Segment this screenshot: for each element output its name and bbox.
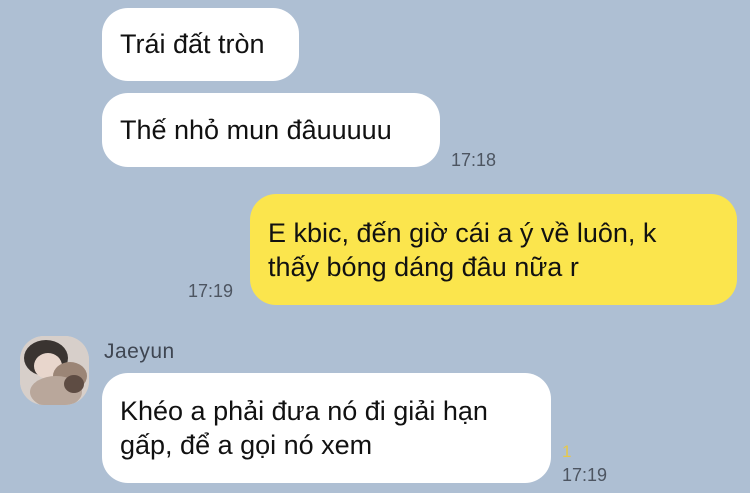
message-text-line: gấp, để a gọi nó xem [120,430,373,460]
unread-count: 1 [562,442,572,461]
user-avatar[interactable] [20,336,89,405]
outgoing-message-bubble[interactable]: E kbic, đến giờ cái a ý về luôn, k thấy … [250,194,737,305]
message-text: Trái đất tròn [120,29,265,59]
message-timestamp: 17:19 [188,281,234,301]
incoming-message-bubble[interactable]: Trái đất tròn [102,8,299,81]
incoming-message-bubble[interactable]: Thế nhỏ mun đâuuuuu [102,93,440,167]
message-timestamp: 17:18 [451,150,497,170]
message-text-line: E kbic, đến giờ cái a ý về luôn, k [268,218,657,248]
message-text-line: thấy bóng dáng đâu nữa r [268,252,579,282]
avatar-photo-icon [20,336,89,405]
message-text: Thế nhỏ mun đâuuuuu [120,115,392,145]
sender-name: Jaeyun [104,340,175,363]
message-timestamp: 17:19 [562,465,608,485]
incoming-message-bubble[interactable]: Khéo a phải đưa nó đi giải hạn gấp, để a… [102,373,551,483]
message-text-line: Khéo a phải đưa nó đi giải hạn [120,396,488,426]
